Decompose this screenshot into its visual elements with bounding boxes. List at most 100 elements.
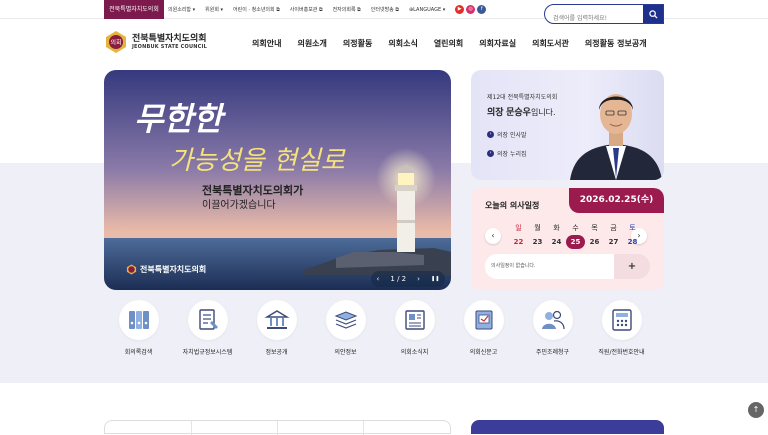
date-cell[interactable]: 22 xyxy=(509,235,528,249)
date-cell[interactable]: 28 xyxy=(623,235,642,249)
quick-link-petition[interactable]: 의회신문고 xyxy=(449,300,518,356)
nav-item-council-info[interactable]: 의회안내 xyxy=(252,38,281,49)
main-navigation: 의회안내 의원소개 의정활동 의회소식 열린의회 의회자료실 의회도서관 의정활… xyxy=(252,38,647,49)
home-link[interactable]: 전북특별자치도의회 xyxy=(104,0,164,19)
quick-link-directory[interactable]: 직원/전화번호안내 xyxy=(587,300,656,356)
utility-link-cyber[interactable]: 사이버홍보관 ⧉ xyxy=(290,6,323,13)
quick-link-label: 정보공개 xyxy=(265,349,288,356)
search-button[interactable] xyxy=(643,5,663,23)
hero-image: 무한한 가능성을 현실로 xyxy=(104,70,451,290)
chairman-homepage-link[interactable]: › 의장 누리집 xyxy=(487,149,527,158)
hero-brand: 전북특별자치도의회 xyxy=(126,264,206,275)
schedule-card: 오늘의 의사일정 2026.02.25(수) ‹ › 일 월 화 수 목 금 토… xyxy=(471,188,664,290)
arrow-up-icon: ↑ xyxy=(752,405,760,414)
quick-link-newsletter[interactable]: 의회소식지 xyxy=(380,300,449,356)
schedule-title: 오늘의 의사일정 xyxy=(485,201,540,210)
law-document-icon xyxy=(198,309,218,330)
residents-icon xyxy=(541,310,565,330)
week-prev-button[interactable]: ‹ xyxy=(485,228,501,244)
nav-item-activities[interactable]: 의정활동 xyxy=(343,38,372,49)
weekday-row: 일 월 화 수 목 금 토 xyxy=(509,221,642,235)
instagram-icon[interactable]: ◎ xyxy=(466,5,476,14)
quick-link-bills[interactable]: 의안정보 xyxy=(311,300,380,356)
weekday-label: 화 xyxy=(553,224,560,232)
svg-text:무한한: 무한한 xyxy=(134,100,227,138)
utility-link-minutes[interactable]: 전자의회록 ⧉ xyxy=(333,6,361,13)
quick-link-label: 회의록검색 xyxy=(124,349,153,356)
quick-link-label: 직원/전화번호안내 xyxy=(598,349,645,356)
tab-divider xyxy=(277,421,278,435)
utility-link-committee[interactable]: 위원회 ▾ xyxy=(205,6,223,13)
slide-pause-button[interactable]: ❚❚ xyxy=(431,276,439,282)
slide-prev-button[interactable]: ‹ xyxy=(377,275,380,283)
quick-link-label: 자치법규정보시스템 xyxy=(182,349,233,356)
quick-link-minutes[interactable]: 회의록검색 xyxy=(104,300,173,356)
quick-link-label: 의회신문고 xyxy=(469,349,498,356)
site-search xyxy=(544,4,664,24)
site-logo[interactable]: 의회 전북특별자치도의회 JEONBUK STATE COUNCIL xyxy=(104,30,207,54)
chairman-term: 제12대 전북특별자치도의회 xyxy=(487,94,558,101)
chevron-left-icon: ‹ xyxy=(491,231,495,240)
council-seal-icon: 의회 xyxy=(106,31,126,53)
weekday-label: 목 xyxy=(591,224,598,232)
slide-pager: ‹ 1 / 2 › ❚❚ xyxy=(371,271,445,287)
quick-link-label: 의회소식지 xyxy=(400,349,429,356)
chairman-greeting-link[interactable]: › 의장 인사말 xyxy=(487,130,527,139)
tab-divider xyxy=(191,421,192,435)
nav-item-members[interactable]: 의원소개 xyxy=(297,38,326,49)
quick-link-label: 의안정보 xyxy=(334,349,357,356)
arrow-right-icon: › xyxy=(487,150,494,157)
weekday-label: 월 xyxy=(534,224,541,232)
chairman-title: 의장 문승우입니다. xyxy=(487,108,556,118)
nav-item-news[interactable]: 의회소식 xyxy=(388,38,417,49)
nav-item-library[interactable]: 의회도서관 xyxy=(532,38,569,49)
date-cell[interactable]: 23 xyxy=(528,235,547,249)
schedule-more-button[interactable]: + xyxy=(614,254,650,279)
utility-link-youth[interactable]: 어린이 · 청소년의회 ⧉ xyxy=(233,6,280,13)
building-icon xyxy=(263,310,290,329)
quick-link-residents[interactable]: 주민조례청구 xyxy=(518,300,587,356)
phone-directory-icon xyxy=(611,309,632,331)
newsletter-icon xyxy=(404,310,425,330)
document-stack-icon xyxy=(334,311,357,329)
quick-links: 회의록검색 자치법규정보시스템 정보공개 의안정보 의회소식지 의회신문고 주민… xyxy=(104,300,656,356)
nav-item-open-council[interactable]: 열린의회 xyxy=(434,38,463,49)
slide-next-button[interactable]: › xyxy=(417,275,420,283)
svg-text:의회: 의회 xyxy=(110,39,121,47)
weekday-label: 토 xyxy=(629,224,636,232)
logo-english: JEONBUK STATE COUNCIL xyxy=(132,44,207,50)
binders-icon xyxy=(128,311,149,329)
utility-link-suggestion[interactable]: 의원소리함 ▾ xyxy=(168,6,195,13)
date-cell-selected[interactable]: 25 xyxy=(566,235,585,249)
youtube-icon[interactable]: ▶ xyxy=(455,5,465,14)
date-cell[interactable]: 27 xyxy=(604,235,623,249)
quick-link-disclosure[interactable]: 정보공개 xyxy=(242,300,311,356)
facebook-icon[interactable]: f xyxy=(477,5,487,14)
nav-item-disclosure[interactable]: 의정활동 정보공개 xyxy=(585,38,647,49)
weekday-label: 수 xyxy=(572,224,579,232)
scroll-top-button[interactable]: ↑ xyxy=(748,402,764,418)
slide-counter: 1 / 2 xyxy=(390,275,407,283)
tab-divider xyxy=(363,421,364,435)
chairman-card: 제12대 전북특별자치도의회 의장 문승우입니다. › 의장 인사말 › 의장 누리… xyxy=(471,70,664,180)
nav-item-archive[interactable]: 의회자료실 xyxy=(479,38,516,49)
hero-banner[interactable]: 무한한 가능성을 현실로 전북특별자치도의회가 이끌어가겠습니다 전북특별자치도… xyxy=(104,70,451,290)
council-seal-icon xyxy=(126,264,137,275)
language-selector[interactable]: ⊕LANGUAGE ▾ xyxy=(409,7,445,13)
date-row: 22 23 24 25 26 27 28 xyxy=(509,235,642,249)
chairman-photo xyxy=(570,94,662,180)
utility-link-broadcast[interactable]: 인터넷방송 ⧉ xyxy=(371,6,399,13)
utility-links: 의원소리함 ▾ 위원회 ▾ 어린이 · 청소년의회 ⧉ 사이버홍보관 ⧉ 전자의… xyxy=(168,0,487,19)
svg-text:가능성을 현실로: 가능성을 현실로 xyxy=(169,146,346,176)
weekday-label: 금 xyxy=(610,224,617,232)
search-icon xyxy=(648,10,658,19)
weekday-label: 일 xyxy=(515,224,522,232)
quick-link-law[interactable]: 자치법규정보시스템 xyxy=(173,300,242,356)
quick-link-label: 주민조례청구 xyxy=(535,349,570,356)
date-cell[interactable]: 24 xyxy=(547,235,566,249)
date-cell[interactable]: 26 xyxy=(585,235,604,249)
logo-name: 전북특별자치도의회 xyxy=(132,34,207,44)
petition-icon xyxy=(475,310,492,330)
schedule-date: 2026.02.25(수) xyxy=(569,188,664,213)
search-input[interactable] xyxy=(545,9,641,23)
